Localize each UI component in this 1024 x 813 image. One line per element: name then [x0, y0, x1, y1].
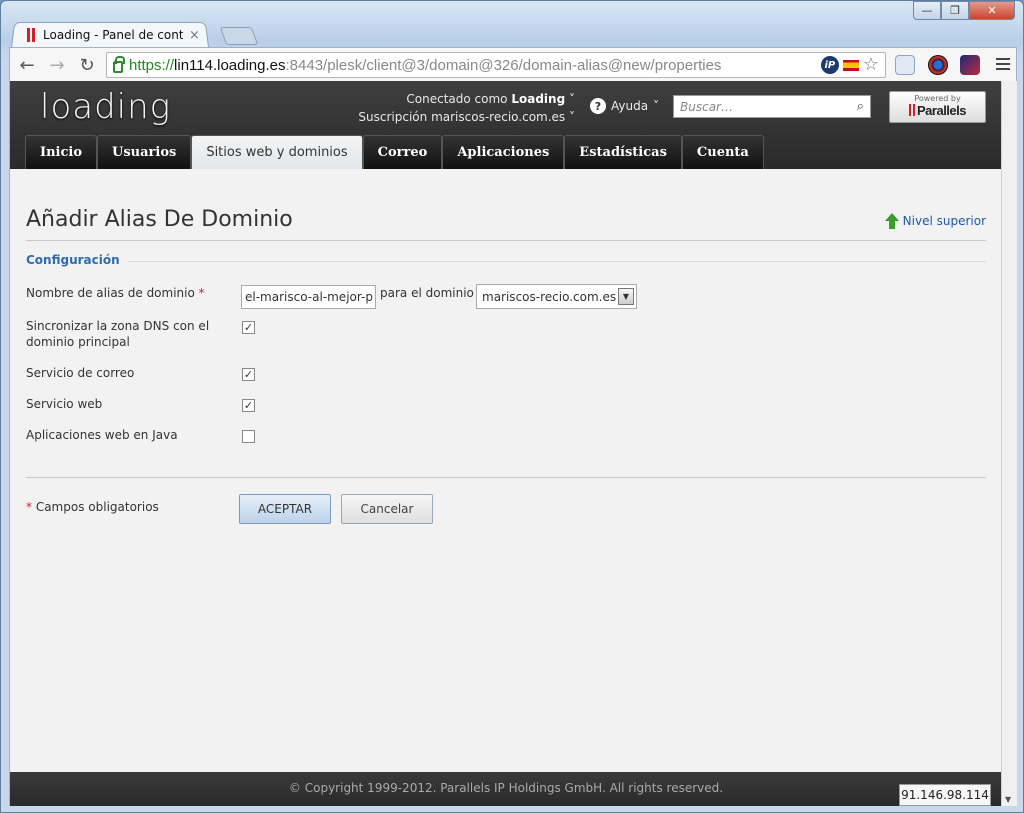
form-divider — [26, 477, 986, 478]
up-arrow-icon — [884, 213, 899, 229]
search-input[interactable]: Buscar… ⌕ — [673, 95, 871, 118]
alias-label: Nombre de alias de dominio * — [26, 286, 205, 300]
alias-name-input[interactable]: el-marisco-al-mejor-p — [241, 285, 376, 309]
ip-address-badge: 91.146.98.114 — [899, 784, 991, 806]
reload-button[interactable]: ↻ — [76, 54, 98, 76]
address-bar[interactable]: https://lin114.loading.es:8443/plesk/cli… — [106, 52, 886, 78]
dns-sync-checkbox[interactable]: ✓ — [242, 321, 255, 334]
powered-by-text: Powered by — [914, 94, 961, 103]
java-apps-label: Aplicaciones web en Java — [26, 428, 178, 442]
color-extension-icon[interactable] — [928, 55, 948, 75]
web-service-checkbox[interactable]: ✓ — [242, 399, 255, 412]
tab-title: Loading - Panel de control — [43, 28, 183, 42]
minimize-button[interactable]: — — [913, 1, 941, 20]
tab-strip: Loading - Panel de control × — [11, 19, 913, 47]
title-divider — [26, 240, 986, 241]
browser-toolbar: ← → ↻ https://lin114.loading.es:8443/ple… — [9, 47, 1017, 81]
mail-service-checkbox[interactable]: ✓ — [242, 368, 255, 381]
spain-flag-icon[interactable] — [842, 59, 859, 71]
mail-service-label: Servicio de correo — [26, 366, 135, 380]
plesk-header: loading Conectado como Loading ˅ Suscrip… — [10, 81, 1002, 169]
section-legend: Configuración — [26, 253, 128, 267]
browser-tab-content[interactable]: Loading - Panel de control × — [27, 25, 207, 45]
subscription-prefix: Suscripción — [358, 110, 428, 124]
tab-inicio[interactable]: Inicio — [25, 135, 97, 169]
scroll-down-icon[interactable]: ▼ — [1005, 795, 1011, 804]
subscription-menu[interactable]: mariscos-recio.com.es — [431, 110, 565, 124]
browser-window: Loading - Panel de control × — ❐ ✕ ← → ↻… — [0, 0, 1024, 813]
footer: © Copyright 1999-2012. Parallels IP Hold… — [10, 772, 1002, 806]
powered-by-parallels-logo[interactable]: Powered by Parallels — [889, 91, 986, 123]
parallels-name: Parallels — [890, 103, 985, 118]
section-divider — [26, 261, 986, 262]
page-scrollbar[interactable]: ▼ — [1001, 81, 1017, 806]
bookmark-star-icon[interactable]: ☆ — [863, 56, 879, 74]
copyright-text: © Copyright 1999-2012. Parallels IP Hold… — [288, 781, 724, 795]
maximize-button[interactable]: ❐ — [941, 1, 969, 20]
help-icon: ? — [590, 98, 606, 114]
for-domain-label: para el dominio — [380, 286, 474, 300]
up-level-label: Nivel superior — [902, 214, 986, 228]
back-button[interactable]: ← — [16, 54, 38, 76]
close-window-button[interactable]: ✕ — [969, 1, 1015, 20]
page-title: Añadir Alias De Dominio — [26, 207, 293, 232]
search-icon[interactable]: ⌕ — [857, 99, 864, 114]
lock-icon — [113, 56, 125, 73]
domain-select[interactable]: mariscos-recio.com.es ▼ — [476, 284, 637, 309]
ip-extension-icon[interactable]: iP — [820, 56, 839, 74]
main-nav: Inicio Usuarios Sitios web y dominios Co… — [25, 135, 764, 169]
help-label: Ayuda — [611, 99, 649, 113]
chevron-down-icon[interactable]: ▼ — [618, 288, 634, 305]
help-menu[interactable]: ? Ayuda ˅ — [590, 98, 659, 114]
tab-usuarios[interactable]: Usuarios — [97, 135, 192, 169]
dns-sync-label: Sincronizar la zona DNS con el dominio p… — [26, 319, 210, 349]
loading-logo[interactable]: loading — [40, 87, 171, 127]
window-controls: — ❐ ✕ — [913, 1, 1015, 20]
tab-cuenta[interactable]: Cuenta — [681, 135, 764, 169]
url-text: https://lin114.loading.es:8443/plesk/cli… — [129, 56, 722, 74]
required-mark: * — [198, 286, 205, 300]
tab-estadisticas[interactable]: Estadísticas — [564, 135, 682, 169]
forward-button[interactable]: → — [46, 54, 68, 76]
search-placeholder: Buscar… — [680, 99, 733, 114]
required-note: * Campos obligatorios — [26, 500, 159, 514]
logged-in-prefix: Conectado como — [406, 92, 508, 106]
tab-correo[interactable]: Correo — [362, 135, 443, 169]
parallels-favicon-icon — [27, 28, 37, 42]
extension-icon[interactable] — [960, 55, 980, 75]
cancel-button[interactable]: Cancelar — [341, 494, 433, 524]
user-menu[interactable]: Loading — [511, 92, 565, 106]
domain-select-value: mariscos-recio.com.es — [482, 290, 617, 304]
tab-aplicaciones[interactable]: Aplicaciones — [442, 135, 565, 169]
tab-close-icon[interactable]: × — [189, 28, 200, 43]
plesk-page: loading Conectado como Loading ˅ Suscrip… — [9, 81, 1002, 806]
web-service-label: Servicio web — [26, 397, 103, 411]
new-tab-button[interactable] — [219, 27, 259, 45]
java-apps-checkbox[interactable] — [242, 430, 255, 443]
menu-icon[interactable] — [996, 56, 1010, 72]
tab-sitios-web[interactable]: Sitios web y dominios — [191, 135, 363, 169]
up-level-link[interactable]: Nivel superior — [884, 213, 986, 229]
accept-button[interactable]: ACEPTAR — [239, 494, 331, 524]
extension-window-icon[interactable] — [895, 55, 915, 75]
login-info: Conectado como Loading ˅ Suscripción mar… — [358, 92, 575, 124]
